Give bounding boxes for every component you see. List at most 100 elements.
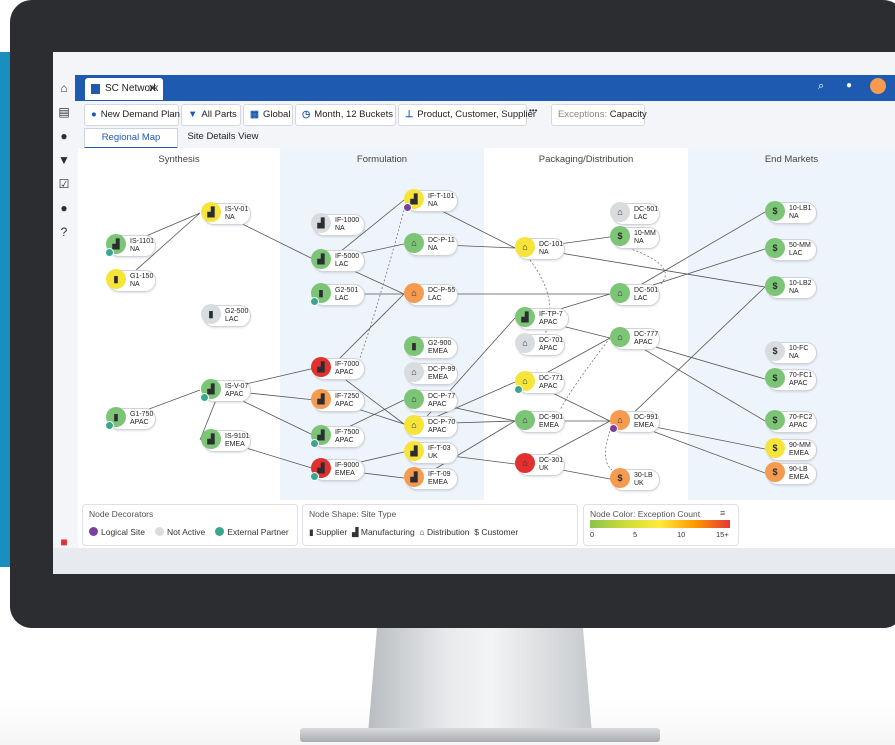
node-id: DC-P-55 (428, 287, 456, 294)
node-50-mm[interactable]: $50-MM LAC (765, 238, 817, 261)
node-g2-900[interactable]: ▮ G2-900 EMEA (404, 336, 458, 359)
node-10-lb1[interactable]: $10-LB1 NA (765, 201, 817, 224)
node-region: LAC (335, 261, 349, 268)
node-dc-p-70[interactable]: ⌂ DC-P-70 APAC (404, 415, 458, 438)
node-id: IF-T-101 (428, 193, 455, 200)
manufacturing-icon: ▟ (311, 213, 331, 233)
node-dc-p-55[interactable]: ⌂ DC-P-55 LAC (404, 283, 458, 306)
node-if-7250[interactable]: ▟ IF-7250 APAC (311, 389, 365, 412)
node-if-1000[interactable]: ▟ IF-1000 NA (311, 213, 365, 236)
node-70-fc2[interactable]: $70-FC2 APAC (765, 410, 817, 433)
node-id: DC-501 (634, 287, 659, 294)
node-30-lb[interactable]: $30-LB UK (610, 468, 660, 491)
node-id: 90-MM (789, 442, 811, 449)
node-id: G2-501 (335, 287, 359, 294)
manufacturing-icon: ▟ (404, 467, 424, 487)
node-id: DC-901 (539, 414, 564, 421)
node-if-5000[interactable]: ▟ IF-5000 LAC (311, 249, 365, 272)
node-region: NA (130, 246, 140, 253)
node-dc-301[interactable]: ⌂ DC-301 UK (515, 453, 565, 476)
node-dc-777[interactable]: ⌂ DC-777 APAC (610, 327, 660, 350)
distribution-icon: ⌂ (610, 283, 630, 303)
node-id: IS-9101 (225, 433, 250, 440)
node-if-t-101[interactable]: ▟ IF-T-101 NA (403, 189, 458, 212)
manufacturing-label: Manufacturing (360, 527, 415, 537)
node-if-7000[interactable]: ▟ IF-7000 APAC (311, 357, 365, 380)
node-dc-p-11[interactable]: ⌂ DC-P-11 NA (404, 233, 458, 256)
node-id: DC-701 (539, 337, 564, 344)
node-region: EMEA (225, 441, 245, 448)
supplier-icon: ▮ (106, 269, 126, 289)
node-region: NA (789, 353, 799, 360)
node-dc-771[interactable]: ⌂ DC-771 APAC (514, 371, 565, 394)
node-g2-500[interactable]: ▮ G2-500 LAC (201, 304, 251, 327)
node-region: LAC (634, 214, 648, 221)
scale-tick-0: 0 (590, 530, 595, 539)
manufacturing-icon: ▟ (201, 202, 221, 222)
node-region: LAC (428, 295, 442, 302)
node-70-fc1[interactable]: $70-FC1 APAC (765, 368, 817, 391)
node-10-fc[interactable]: $10-FC NA (765, 341, 817, 364)
external-partner-decorator (200, 393, 209, 402)
scale-tick-10: 10 (677, 530, 686, 539)
node-90-lb[interactable]: $90-LB EMEA (765, 462, 817, 485)
external-partner-decorator (310, 472, 319, 481)
manufacturing-icon: ▟ (311, 249, 331, 269)
node-dc-901[interactable]: ⌂ DC-901 EMEA (515, 410, 565, 433)
node-is-9101[interactable]: ▟ IS-9101 EMEA (201, 429, 251, 452)
customer-icon: $ (765, 438, 785, 458)
customer-icon: $ (765, 368, 785, 388)
node-region: EMEA (789, 450, 809, 457)
node-is-1101[interactable]: ▟ IS-1101 NA (105, 234, 156, 257)
supplier-icon: ▮ (404, 336, 424, 356)
monitor-chin (10, 576, 895, 628)
node-dc-p-99[interactable]: ⌂ DC-P-99 EMEA (404, 362, 458, 385)
node-if-t-09[interactable]: ▟ IF-T-09 EMEA (404, 467, 458, 490)
node-dc-501-lac-a[interactable]: ⌂ DC-501 LAC (610, 202, 660, 225)
node-region: APAC (225, 391, 244, 398)
node-region: NA (335, 225, 345, 232)
node-dc-101[interactable]: ⌂ DC-101 NA (515, 237, 565, 260)
sliders-icon[interactable]: ≡ (720, 508, 725, 518)
external-partner-decorator (310, 439, 319, 448)
node-id: IF-7500 (335, 429, 360, 436)
node-10-lb2[interactable]: $10-LB2 NA (765, 276, 817, 299)
distribution-icon: ⌂ (404, 415, 424, 435)
node-is-v-07[interactable]: ▟ IS-V-07 APAC (200, 379, 251, 402)
node-id: DC-771 (539, 375, 564, 382)
legend-node-decorators: Node Decorators Logical Site Not Active Ex… (82, 504, 298, 546)
customer-icon: $ (765, 341, 785, 361)
logical-site-decorator (609, 424, 618, 433)
node-region: NA (789, 213, 799, 220)
node-g1-150[interactable]: ▮ G1-150 NA (106, 269, 156, 292)
customer-icon: $ (765, 201, 785, 221)
node-90-mm[interactable]: $90-MM EMEA (765, 438, 817, 461)
node-dc-701[interactable]: ⌂ DC-701 APAC (515, 333, 565, 356)
node-region: APAC (335, 437, 354, 444)
node-is-v-01[interactable]: ▟ IS-V-01 NA (201, 202, 251, 225)
node-region: EMEA (335, 470, 355, 477)
scale-tick-15: 15+ (716, 530, 729, 539)
node-if-7500[interactable]: ▟ IF-7500 APAC (310, 425, 365, 448)
node-dc-501-lac-b[interactable]: ⌂ DC-501 LAC (610, 283, 660, 306)
node-id: 90-LB (789, 466, 808, 473)
node-id: IF-T-09 (428, 471, 451, 478)
node-id: 30-LB (634, 472, 653, 479)
node-dc-991[interactable]: ⌂ DC-991 EMEA (609, 410, 660, 433)
node-if-9000[interactable]: ▟ IF-9000 EMEA (310, 458, 365, 481)
node-g1-750[interactable]: ▮ G1-750 APAC (105, 407, 156, 430)
node-if-t-03[interactable]: ▟ IF-T-03 UK (404, 441, 458, 464)
node-id: DC-101 (539, 241, 564, 248)
node-g2-501[interactable]: ▮ G2-501 LAC (310, 283, 365, 306)
node-id: DC-P-11 (428, 237, 455, 244)
node-dc-p-77[interactable]: ⌂ DC-P-77 APAC (404, 389, 458, 412)
logical-site-label: Logical Site (101, 527, 145, 537)
node-region: NA (130, 281, 140, 288)
manufacturing-icon: ▟ (201, 429, 221, 449)
manufacturing-icon: ▟ (311, 389, 331, 409)
node-10-mm[interactable]: $10-MM NA (610, 226, 660, 249)
node-if-tp-7[interactable]: ▟ IF-TP-7 APAC (515, 307, 569, 330)
node-region: NA (539, 249, 549, 256)
customer-icon: $ (765, 276, 785, 296)
node-region: APAC (428, 427, 447, 434)
